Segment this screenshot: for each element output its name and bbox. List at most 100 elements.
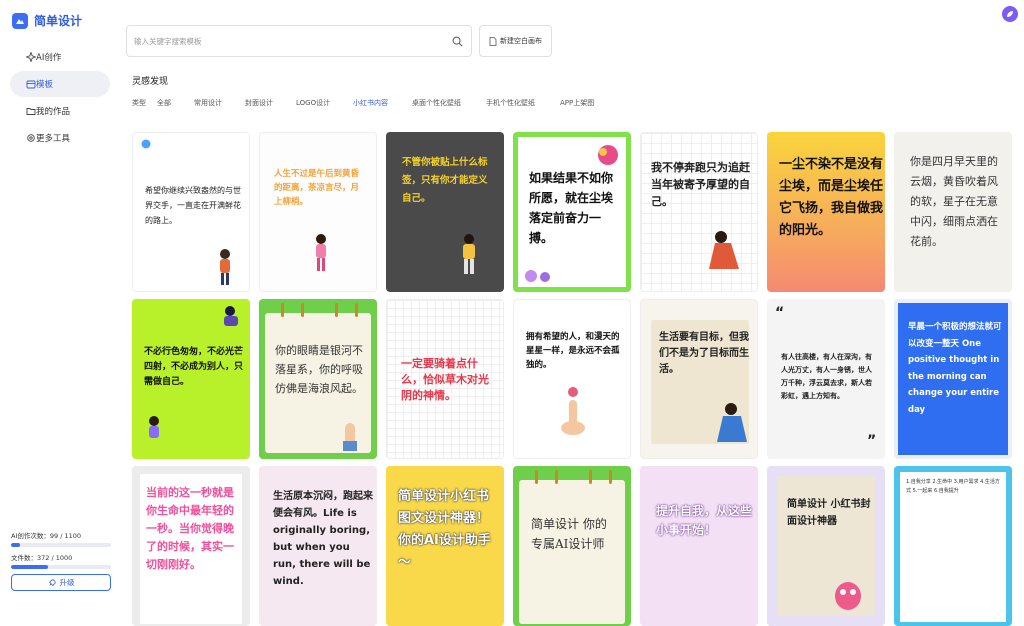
template-card[interactable]: 1.自我分享 2.生命中 3.用户需求 4.生活方式 5.一起来 6.自我提升 xyxy=(894,466,1012,626)
template-card[interactable]: 不必行色匆匆，不必光芒四射，不必成为别人，只需做自己。 xyxy=(132,299,250,459)
person-illustration xyxy=(220,249,230,285)
card-text: 简单设计 小红书封面设计神器 xyxy=(787,499,871,527)
card-text: 你是四月早天里的云烟，黄昏吹着风的软，星子在无意中闪，细雨点洒在花前。 xyxy=(910,155,998,248)
sidebar-item-label: 我的作品 xyxy=(36,107,71,117)
leaf-icon xyxy=(1007,11,1013,17)
globe-icon xyxy=(141,139,151,149)
document-icon xyxy=(489,36,497,46)
new-canvas-button[interactable]: 新建空白画布 xyxy=(479,25,552,57)
upgrade-button[interactable]: 升级 xyxy=(11,574,111,591)
files-usage-fill xyxy=(11,565,49,569)
hand-illustration xyxy=(561,387,585,435)
filter-desktop-wallpaper[interactable]: 桌面个性化壁纸 xyxy=(412,98,486,108)
person-illustration xyxy=(224,306,238,326)
files-usage-label: 文件数：372 / 1000 xyxy=(11,554,73,562)
sidebar-item-more-tools[interactable]: 更多工具 xyxy=(10,125,110,151)
card-text: 简单设计 你的专属AI设计师 xyxy=(531,517,607,551)
usage-panel: AI创作次数：99 / 1100 文件数：372 / 1000 升级 xyxy=(11,530,111,591)
card-text: 人生不过是午后到黄昏的距离，茶凉言尽，月上柳梢。 xyxy=(274,169,360,207)
card-text: 生活原本沉闷，跑起来便会有风。Life is originally boring… xyxy=(273,491,373,587)
template-card[interactable]: 如果结果不如你所愿，就在尘埃落定前奋力一搏。 xyxy=(513,132,631,292)
card-text: 你的眼睛是银河不落星系，你的呼吸仿佛是海浪风起。 xyxy=(275,344,363,395)
section-title: 灵感发现 xyxy=(132,77,169,87)
filter-logo[interactable]: LOGO设计 xyxy=(296,98,353,108)
template-card[interactable]: 人生不过是午后到黄昏的距离，茶凉言尽，月上柳梢。 xyxy=(259,132,377,292)
user-avatar[interactable] xyxy=(1002,6,1018,22)
filter-app-screenshots[interactable]: APP上架图 xyxy=(560,98,610,108)
template-card[interactable]: 提升自我，从这些小事开始！ xyxy=(640,466,758,626)
template-card[interactable]: 希望你继续兴致盎然的与世界交手，一直走在开满鲜花的路上。 xyxy=(132,132,250,292)
card-text: 一定要骑着点什么，恰似草木对光阴的神情。 xyxy=(401,357,489,402)
flower-illustration xyxy=(525,270,550,282)
binder-rings xyxy=(535,470,612,484)
template-card[interactable]: 简单设计 你的专属AI设计师 xyxy=(513,466,631,626)
template-card[interactable]: 拥有希望的人，和漫天的星星一样，是永远不会孤独的。 xyxy=(513,299,631,459)
template-card[interactable]: 生活要有目标，但我们不是为了目标而生活。 xyxy=(640,299,758,459)
quote-mark-open: “ xyxy=(775,305,785,321)
template-card[interactable]: 一定要骑着点什么，恰似草木对光阴的神情。 xyxy=(386,299,504,459)
card-text: 有人往高楼，有人在深沟，有人光万丈，有人一身锈，世人万千种，浮云莫去求，斯人若彩… xyxy=(781,353,872,400)
sidebar-item-label: 模板 xyxy=(36,80,54,90)
person-illustration xyxy=(316,234,326,271)
ai-usage-bar xyxy=(11,543,111,547)
ai-usage-fill xyxy=(11,543,20,547)
app-logo[interactable]: 简单设计 xyxy=(12,12,82,29)
sidebar: 简单设计 AI创作 模板 我的作品 更多工具 AI创作次数：99 / 1100 … xyxy=(0,0,120,601)
sidebar-item-my-works[interactable]: 我的作品 xyxy=(10,98,110,124)
person-illustration xyxy=(717,403,747,442)
sparkle-icon xyxy=(26,52,36,62)
search-box xyxy=(126,25,472,57)
search-input[interactable] xyxy=(134,36,444,46)
folder-icon xyxy=(26,108,36,115)
template-card[interactable]: 我不停奔跑只为追赶当年被寄予厚望的自己。 xyxy=(640,132,758,292)
files-usage-bar xyxy=(11,565,111,569)
sidebar-nav: AI创作 模板 我的作品 更多工具 xyxy=(10,44,110,152)
upgrade-label: 升级 xyxy=(59,578,75,587)
template-card[interactable]: 简单设计 小红书封面设计神器 xyxy=(767,466,885,626)
card-text: 不管你被贴上什么标签，只有你才能定义自己。 xyxy=(402,157,488,204)
template-card[interactable]: 你是四月早天里的云烟，黄昏吹着风的软，星子在无意中闪，细雨点洒在花前。 xyxy=(894,132,1012,292)
app-name: 简单设计 xyxy=(34,14,83,28)
quote-mark-close: ” xyxy=(867,433,877,449)
filter-cover[interactable]: 封面设计 xyxy=(245,98,296,108)
template-card[interactable]: “ 有人往高楼，有人在深沟，有人光万丈，有人一身锈，世人万千种，浮云莫去求，斯人… xyxy=(767,299,885,459)
template-grid: 希望你继续兴致盎然的与世界交手，一直走在开满鲜花的路上。 人生不过是午后到黄昏的… xyxy=(128,128,1018,626)
bird-illustration xyxy=(598,145,618,165)
template-card[interactable]: 你的眼睛是银河不落星系，你的呼吸仿佛是海浪风起。 xyxy=(259,299,377,459)
card-text: 1.自我分享 2.生命中 3.用户需求 4.生活方式 5.一起来 6.自我提升 xyxy=(906,479,1000,494)
filter-all[interactable]: 全部 xyxy=(157,98,194,108)
template-card[interactable]: 当前的这一秒就是你生命中最年轻的一秒。当你觉得晚了的时候，其实一切刚刚好。 xyxy=(132,466,250,626)
template-icon xyxy=(26,80,36,89)
template-card[interactable]: 简单设计小红书图文设计神器！你的AI设计助手～ xyxy=(386,466,504,626)
filter-bar: 类型 全部 常用设计 封面设计 LOGO设计 小红书内容 桌面个性化壁纸 手机个… xyxy=(132,98,610,108)
sidebar-item-label: 更多工具 xyxy=(36,134,71,144)
sidebar-item-ai-create[interactable]: AI创作 xyxy=(10,44,110,70)
gear-icon xyxy=(27,134,35,142)
rocket-icon xyxy=(48,578,56,586)
card-text: 生活要有目标，但我们不是为了目标而生活。 xyxy=(659,332,749,375)
sidebar-item-label: AI创作 xyxy=(36,53,62,63)
filter-common[interactable]: 常用设计 xyxy=(194,98,245,108)
template-card[interactable]: 生活原本沉闷，跑起来便会有风。Life is originally boring… xyxy=(259,466,377,626)
filter-xiaohongshu[interactable]: 小红书内容 xyxy=(353,98,412,108)
card-text: 早晨一个积极的想法就可以改变一整天 One positive thought i… xyxy=(908,322,1002,415)
person-illustration xyxy=(149,416,159,438)
template-card[interactable]: 不管你被贴上什么标签，只有你才能定义自己。 xyxy=(386,132,504,292)
new-canvas-label: 新建空白画布 xyxy=(500,37,542,45)
template-card[interactable]: 一尘不染不是没有尘埃，而是尘埃任它飞扬，我自做我的阳光。 xyxy=(767,132,885,292)
person-illustration xyxy=(709,231,739,269)
filter-mobile-wallpaper[interactable]: 手机个性化壁纸 xyxy=(486,98,560,108)
card-text: 拥有希望的人，和漫天的星星一样，是永远不会孤独的。 xyxy=(526,332,620,370)
ai-usage-label: AI创作次数：99 / 1100 xyxy=(11,532,81,540)
sidebar-item-templates[interactable]: 模板 xyxy=(10,71,110,97)
binder-rings xyxy=(281,303,358,317)
card-text: 我不停奔跑只为追赶当年被寄予厚望的自己。 xyxy=(651,161,750,208)
card-text: 一尘不染不是没有尘埃，而是尘埃任它飞扬，我自做我的阳光。 xyxy=(779,157,884,238)
search-icon[interactable] xyxy=(452,36,463,47)
monster-illustration xyxy=(835,582,861,610)
card-text: 当前的这一秒就是你生命中最年轻的一秒。当你觉得晚了的时候，其实一切刚刚好。 xyxy=(146,486,234,571)
card-text: 简单设计小红书图文设计神器！你的AI设计助手～ xyxy=(398,489,491,570)
card-text: 提升自我，从这些小事开始！ xyxy=(656,504,753,537)
person-illustration xyxy=(463,234,475,274)
template-card[interactable]: 早晨一个积极的想法就可以改变一整天 One positive thought i… xyxy=(894,299,1012,459)
